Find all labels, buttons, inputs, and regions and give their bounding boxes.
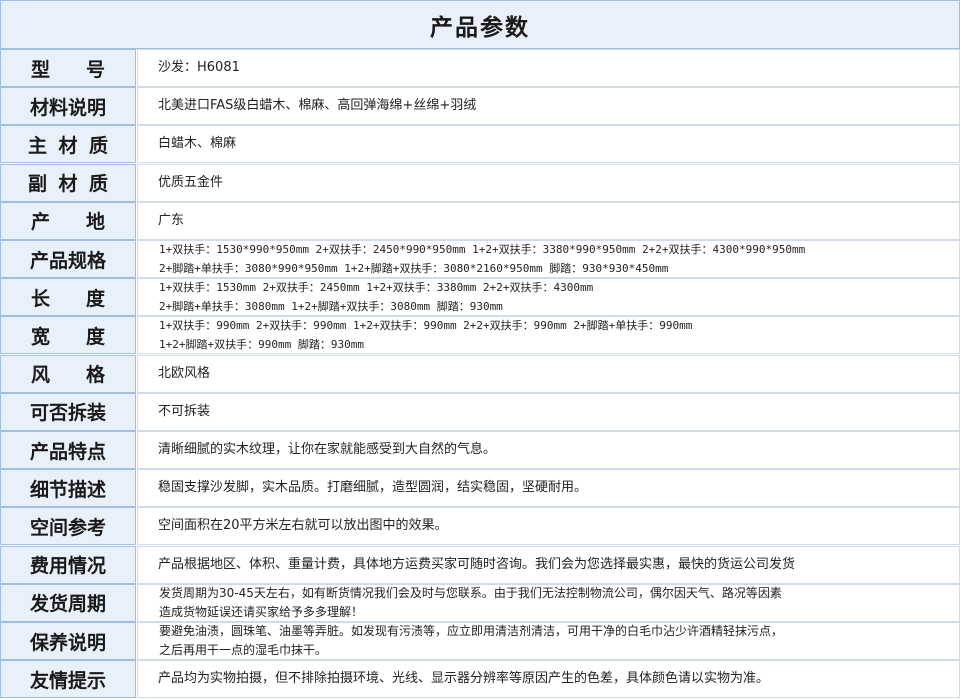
- param-value-line: 造成货物延误还请买家给予多多理解！: [159, 604, 364, 619]
- param-label: 保养说明: [0, 622, 136, 660]
- param-label-char: 质: [88, 134, 108, 157]
- param-value-line: 优质五金件: [158, 174, 224, 190]
- param-value-line: 1+双扶手：990mm 2+双扶手：990mm 1+2+双扶手：990mm 2+…: [159, 319, 693, 333]
- param-value-line: 清晰细腻的实木纹理，让你在家就能感受到大自然的气息。: [158, 442, 497, 457]
- param-value-line: 稳固支撑沙发脚，实木品质。打磨细腻，造型圆润，结实稳固，坚硬耐用。: [158, 480, 588, 496]
- param-value: 清晰细腻的实木纹理，让你在家就能感受到大自然的气息。: [137, 431, 960, 469]
- param-value-line: 1+2+脚踏+双扶手：990mm 脚踏：930mm: [159, 338, 364, 352]
- param-label: 发货周期: [0, 583, 136, 622]
- param-row: 费用情况 产品根据地区、体积、重量计费，具体地方运费买家可随时咨询。我们会为您选择…: [0, 545, 960, 584]
- param-label: 费用情况: [0, 545, 136, 584]
- param-row: 保养说明 要避免油渍，圆珠笔、油墨等弄脏。如发现有污渍等，应立即用清洁剂清洁，可用…: [0, 622, 960, 660]
- param-value-line: 北欧风格: [158, 365, 211, 381]
- param-label-char: 材: [58, 134, 78, 157]
- param-value-line: 2+脚踏+单扶手：3080mm 1+2+脚踏+双扶手：3080mm 脚踏：930…: [159, 300, 503, 314]
- param-label-char: 风: [31, 364, 51, 387]
- param-label: 风格: [0, 354, 136, 393]
- param-value: 北美进口FAS级白蜡木、棉麻、高回弹海绵+丝绵+羽绒: [137, 87, 960, 126]
- param-value-line: 广东: [158, 212, 185, 228]
- param-value: 不可拆装: [137, 392, 960, 431]
- param-label: 长度: [0, 278, 136, 317]
- param-row: 型号沙发：H6081: [0, 49, 960, 87]
- param-label: 型号: [0, 49, 136, 87]
- param-value-line: 1+双扶手：1530*990*950mm 2+双扶手：2450*990*950m…: [159, 243, 806, 256]
- param-value: 广东: [137, 201, 960, 240]
- param-value: 白蜡木、棉麻: [137, 125, 960, 164]
- param-value: 产品根据地区、体积、重量计费，具体地方运费买家可随时咨询。我们会为您选择最实惠，…: [137, 545, 960, 584]
- param-label-char: 度: [85, 325, 105, 348]
- param-value: 稳固支撑沙发脚，实木品质。打磨细腻，造型圆润，结实稳固，坚硬耐用。: [137, 469, 960, 508]
- param-value: 发货周期为30-45天左右，如有断货情况我们会及时与您联系。由于我们无法控制物流…: [137, 583, 960, 622]
- param-label: 可否拆装: [0, 392, 136, 431]
- param-value-line: 2+脚踏+单扶手：3080*990*950mm 1+2+脚踏+双扶手：3080*…: [159, 262, 669, 275]
- param-label: 细节描述: [0, 469, 136, 508]
- param-value-line: 不可拆装: [158, 403, 211, 419]
- param-label: 主材质: [0, 125, 136, 164]
- param-label-char: 长: [31, 287, 51, 310]
- param-label: 产品规格: [0, 240, 136, 278]
- param-value: 优质五金件: [137, 163, 960, 202]
- param-row: 产品特点 清晰细腻的实木纹理，让你在家就能感受到大自然的气息。: [0, 431, 960, 469]
- param-value: 沙发：H6081: [137, 49, 960, 87]
- param-value-line: 产品均为实物拍摄，但不排除拍摄环境、光线、显示器分辨率等原因产生的色差，具体颜色…: [158, 671, 770, 687]
- param-value-line: 白蜡木、棉麻: [158, 136, 237, 152]
- param-label: 空间参考: [0, 507, 136, 546]
- param-value-line: 产品根据地区、体积、重量计费，具体地方运费买家可随时咨询。我们会为您选择最实惠，…: [158, 556, 796, 572]
- param-label: 副材质: [0, 163, 136, 202]
- param-row: 主材质 白蜡木、棉麻: [0, 125, 960, 164]
- param-label: 友情提示: [0, 660, 136, 699]
- param-label-char: 度: [85, 287, 105, 310]
- param-row: 发货周期 发货周期为30-45天左右，如有断货情况我们会及时与您联系。由于我们无法…: [0, 583, 960, 622]
- param-value: 1+双扶手：990mm 2+双扶手：990mm 1+2+双扶手：990mm 2+…: [137, 316, 960, 355]
- param-label: 宽度: [0, 316, 136, 355]
- param-row: 风格北欧风格: [0, 354, 960, 393]
- param-label-char: 号: [85, 58, 105, 81]
- param-value-line: 沙发：H6081: [158, 60, 240, 75]
- param-label-char: 材: [58, 173, 78, 196]
- param-value: 1+双扶手：1530*990*950mm 2+双扶手：2450*990*950m…: [137, 240, 960, 278]
- param-row: 副材质 优质五金件: [0, 163, 960, 202]
- param-label-char: 格: [85, 364, 105, 387]
- param-value-line: 1+双扶手：1530mm 2+双扶手：2450mm 1+2+双扶手：3380mm…: [159, 281, 594, 295]
- param-label: 产品特点: [0, 431, 136, 469]
- param-value-line: 要避免油渍，圆珠笔、油墨等弄脏。如发现有污渍等，应立即用清洁剂清洁，可用干净的白…: [159, 624, 784, 638]
- product-params-table: 产品参数 型号沙发：H6081 材料说明 北美进口FAS级白蜡木、棉麻、高回弹海绵+…: [0, 0, 960, 700]
- param-row: 宽度 1+双扶手：990mm 2+双扶手：990mm 1+2+双扶手：990mm …: [0, 316, 960, 355]
- param-label-char: 地: [85, 211, 105, 234]
- param-value: 空间面积在20平方米左右就可以放出图中的效果。: [137, 507, 960, 546]
- param-value: 产品均为实物拍摄，但不排除拍摄环境、光线、显示器分辨率等原因产生的色差，具体颜色…: [137, 660, 960, 699]
- param-row: 产品规格 1+双扶手：1530*990*950mm 2+双扶手：2450*990*…: [0, 240, 960, 278]
- param-value-line: 之后再用干一点的湿毛巾抹干。: [159, 643, 328, 657]
- param-label-char: 产: [31, 211, 51, 234]
- param-label-char: 型: [31, 58, 51, 81]
- table-title: 产品参数: [0, 0, 960, 49]
- param-label: 产地: [0, 201, 136, 240]
- param-row: 材料说明 北美进口FAS级白蜡木、棉麻、高回弹海绵+丝绵+羽绒: [0, 87, 960, 126]
- param-value: 要避免油渍，圆珠笔、油墨等弄脏。如发现有污渍等，应立即用清洁剂清洁，可用干净的白…: [137, 622, 960, 660]
- param-value: 北欧风格: [137, 354, 960, 393]
- param-label-char: 宽: [31, 325, 51, 348]
- param-value-line: 空间面积在20平方米左右就可以放出图中的效果。: [158, 518, 448, 534]
- param-row: 产地广东: [0, 201, 960, 240]
- param-label-char: 主: [28, 134, 48, 157]
- param-row: 可否拆装 不可拆装: [0, 392, 960, 431]
- param-row: 细节描述 稳固支撑沙发脚，实木品质。打磨细腻，造型圆润，结实稳固，坚硬耐用。: [0, 469, 960, 508]
- param-value-line: 北美进口FAS级白蜡木、棉麻、高回弹海绵+丝绵+羽绒: [158, 98, 477, 114]
- param-row: 友情提示 产品均为实物拍摄，但不排除拍摄环境、光线、显示器分辨率等原因产生的色差，…: [0, 660, 960, 699]
- param-row: 长度 1+双扶手：1530mm 2+双扶手：2450mm 1+2+双扶手：3380…: [0, 278, 960, 317]
- param-label: 材料说明: [0, 87, 136, 126]
- param-value-line: 发货周期为30-45天左右，如有断货情况我们会及时与您联系。由于我们无法控制物流…: [159, 585, 782, 600]
- param-label-char: 副: [28, 173, 48, 196]
- param-value: 1+双扶手：1530mm 2+双扶手：2450mm 1+2+双扶手：3380mm…: [137, 278, 960, 317]
- param-row: 空间参考 空间面积在20平方米左右就可以放出图中的效果。: [0, 507, 960, 546]
- param-label-char: 质: [88, 173, 108, 196]
